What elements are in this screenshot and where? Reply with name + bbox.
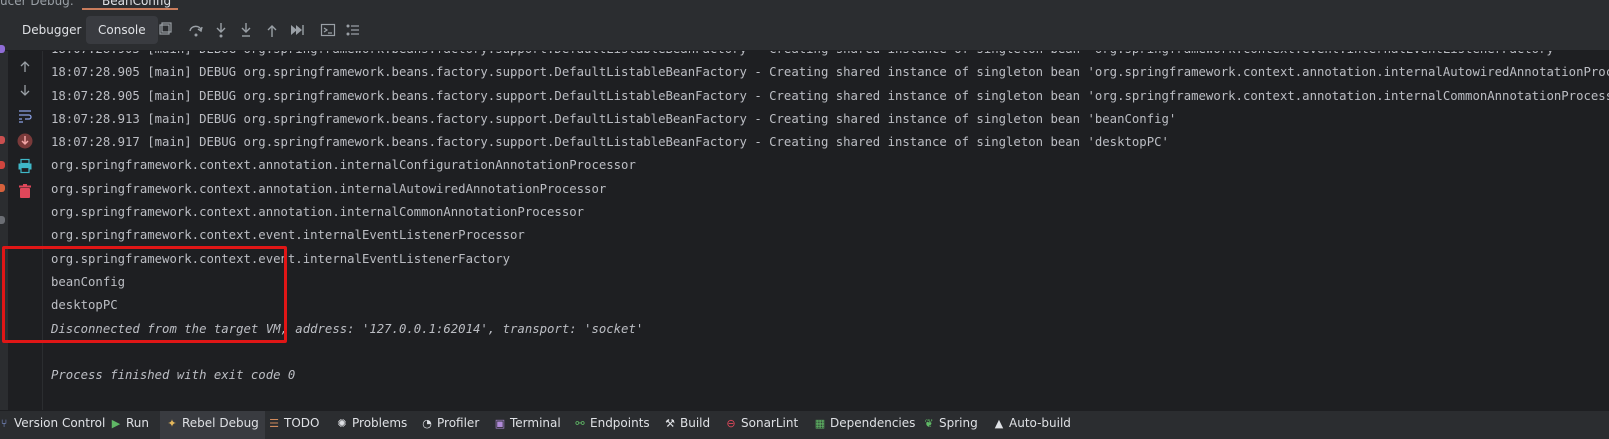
clear-all-icon[interactable] (17, 183, 33, 199)
status-todo[interactable]: ☰ TODO (262, 411, 325, 439)
scroll-down-icon[interactable] (17, 82, 33, 98)
side-marker-icon (0, 161, 5, 169)
scroll-up-icon[interactable] (17, 59, 33, 75)
step-over-icon[interactable] (188, 22, 204, 38)
git-branch-icon: ⑂ (0, 417, 8, 430)
todo-icon: ☰ (269, 417, 279, 430)
step-out-icon[interactable] (264, 22, 280, 38)
status-run[interactable]: ▶ Run (104, 411, 155, 439)
console-line: 18:07:28.905 [main] DEBUG org.springfram… (51, 51, 1609, 61)
status-rebel-debug[interactable]: ✦ Rebel Debug (160, 411, 265, 439)
status-problems[interactable]: ✺ Problems (330, 411, 413, 439)
status-profiler[interactable]: ◔ Profiler (415, 411, 485, 439)
status-build[interactable]: ⚒ Build (658, 411, 716, 439)
build-icon: ⚒ (665, 417, 675, 430)
console-line: 18:07:28.905 [main] DEBUG org.springfram… (51, 65, 1609, 80)
restore-layout-icon[interactable] (157, 22, 173, 38)
sonarlint-icon: ⊖ (726, 417, 736, 430)
console-line: 18:07:28.913 [main] DEBUG org.springfram… (51, 111, 1177, 126)
force-step-into-icon[interactable] (238, 22, 254, 38)
endpoints-icon: ⚯ (575, 417, 585, 430)
run-to-cursor-icon[interactable] (289, 22, 305, 38)
status-label: Endpoints (590, 416, 650, 430)
side-marker-icon (0, 216, 5, 224)
console-line: org.springframework.context.annotation.i… (51, 181, 607, 196)
status-auto-build[interactable]: ▲ Auto-build (987, 411, 1077, 439)
status-label: Auto-build (1009, 416, 1071, 430)
status-label: Dependencies (830, 416, 916, 430)
status-version-control[interactable]: ⑂ Version Control (0, 411, 111, 439)
tab-debugger[interactable]: Debugger (10, 16, 93, 44)
scroll-to-end-icon[interactable] (17, 133, 33, 149)
console-line: org.springframework.context.annotation.i… (51, 158, 636, 173)
step-into-icon[interactable] (213, 22, 229, 38)
side-marker-icon (0, 45, 5, 53)
status-label: Problems (352, 416, 408, 430)
tab-debugger-label: Debugger (22, 23, 82, 37)
status-label: SonarLint (741, 416, 799, 430)
dependencies-icon: ▦ (814, 417, 826, 430)
status-label: TODO (284, 416, 320, 430)
tab-console[interactable]: Console (86, 16, 158, 44)
run-tab-label: BeanConfig (102, 0, 172, 8)
rebel-debug-icon: ✦ (167, 417, 177, 430)
ide-window: ucer Debug: BeanConfig Debugger Console (0, 0, 1609, 439)
side-marker-icon (0, 136, 5, 144)
status-label: Run (126, 416, 150, 430)
profiler-icon: ◔ (422, 417, 432, 430)
print-icon[interactable] (17, 158, 33, 174)
evaluate-expression-icon[interactable] (320, 22, 336, 38)
auto-build-icon: ▲ (994, 417, 1004, 430)
console-gutter (8, 51, 43, 410)
run-icon: ▶ (111, 417, 121, 430)
terminal-icon: ▣ (494, 417, 506, 430)
left-tool-strip (0, 45, 8, 410)
debug-toolbar: Debugger Console (0, 10, 1609, 51)
status-label: Profiler (437, 416, 480, 430)
status-label: Build (680, 416, 711, 430)
run-tab-beanconfig[interactable]: BeanConfig (82, 0, 178, 10)
trace-settings-icon[interactable] (345, 22, 361, 38)
status-label: Spring (939, 416, 978, 430)
problems-icon: ✺ (337, 417, 347, 430)
soft-wrap-icon[interactable] (17, 108, 33, 124)
red-highlight-box (2, 246, 287, 343)
status-label: Terminal (510, 416, 561, 430)
console-line: 18:07:28.917 [main] DEBUG org.springfram… (51, 135, 1169, 150)
status-terminal[interactable]: ▣ Terminal (488, 411, 567, 439)
console-line: 18:07:28.905 [main] DEBUG org.springfram… (51, 88, 1609, 103)
console-line: Process finished with exit code 0 (51, 368, 296, 383)
status-sonarlint[interactable]: ⊖ SonarLint (719, 411, 804, 439)
spring-icon: ❦ (924, 417, 934, 430)
tool-window-bar: ⑂ Version Control ▶ Run ✦ Rebel Debug ☰ TODO… (0, 410, 1609, 439)
status-endpoints[interactable]: ⚯ Endpoints (568, 411, 656, 439)
tab-console-label: Console (98, 23, 146, 37)
status-spring[interactable]: ❦ Spring (917, 411, 984, 439)
console-output[interactable]: 18:07:28.905 [main] DEBUG org.springfram… (43, 51, 1609, 410)
status-dependencies[interactable]: ▦ Dependencies (808, 411, 921, 439)
console-line: org.springframework.context.event.intern… (51, 228, 525, 243)
status-label: Version Control (14, 416, 106, 430)
side-marker-icon (0, 184, 5, 192)
console-line: org.springframework.context.annotation.i… (51, 205, 585, 220)
run-tab-strip: ucer Debug: BeanConfig (0, 0, 1609, 10)
run-title: ucer Debug: (0, 0, 74, 8)
status-label: Rebel Debug (182, 416, 259, 430)
